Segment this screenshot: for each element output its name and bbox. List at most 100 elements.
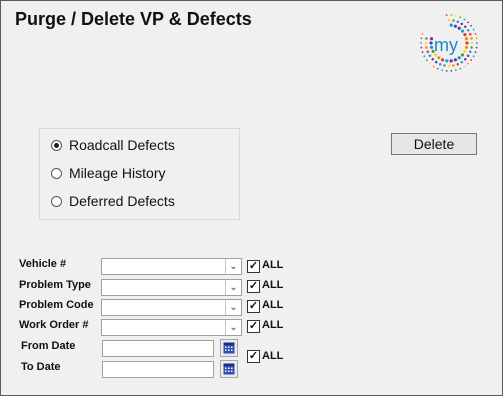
- radio-deferred-defects[interactable]: [51, 195, 62, 207]
- logo-dot: [447, 18, 451, 22]
- logo-dot: [426, 50, 429, 54]
- logo-dot: [437, 56, 441, 60]
- from-date-calendar-button[interactable]: [220, 339, 238, 357]
- logo-dot: [420, 42, 422, 44]
- logo-dot: [428, 54, 432, 58]
- radio-mileage-history[interactable]: [51, 167, 62, 179]
- purge-type-group: Roadcall Defects Mileage History Deferre…: [39, 128, 240, 220]
- chevron-down-icon[interactable]: ⌄: [225, 259, 241, 274]
- logo-dot: [453, 58, 457, 62]
- option-label: Mileage History: [69, 165, 166, 181]
- logo-dot: [452, 19, 455, 22]
- option-deferred-defects[interactable]: Deferred Defects: [51, 191, 175, 211]
- logo-dot: [465, 41, 469, 45]
- problem-code-all-checkbox[interactable]: ✓: [247, 300, 260, 313]
- logo-dot: [467, 21, 469, 24]
- logo-dot: [475, 46, 478, 49]
- logo-dot: [423, 55, 426, 58]
- logo-dot: [450, 14, 453, 16]
- logo-dot: [464, 37, 469, 41]
- logo-dot: [475, 37, 478, 40]
- logo-dot: [420, 37, 423, 40]
- problem-code-select[interactable]: ⌄: [101, 299, 242, 316]
- logo-dot: [454, 14, 457, 17]
- logo-dot: [450, 70, 453, 72]
- logo-dot: [466, 54, 470, 58]
- logo-text: my: [434, 35, 458, 55]
- to-date-input[interactable]: [102, 361, 214, 378]
- problem-type-select[interactable]: ⌄: [101, 279, 242, 296]
- logo-dot: [456, 63, 460, 66]
- logo-dot: [447, 64, 451, 68]
- work-order-select[interactable]: ⌄: [101, 319, 242, 336]
- to-date-calendar-button[interactable]: [220, 360, 238, 378]
- logo-dot: [460, 53, 465, 57]
- option-mileage-history[interactable]: Mileage History: [51, 163, 165, 183]
- radio-roadcall-defects[interactable]: [51, 139, 62, 151]
- logo-dot: [457, 26, 461, 30]
- logo-dot: [464, 25, 467, 28]
- from-date-label: From Date: [21, 340, 76, 352]
- logo-dot: [432, 65, 435, 68]
- vehicle-all-checkbox[interactable]: ✓: [247, 260, 260, 273]
- problem-type-all-checkbox[interactable]: ✓: [247, 280, 260, 293]
- logo-dot: [431, 58, 434, 61]
- logo-dot: [470, 41, 474, 45]
- logo-dot: [434, 60, 438, 64]
- logo-dot: [438, 63, 442, 66]
- logo-dot: [441, 58, 445, 62]
- logo-dot: [476, 42, 478, 44]
- logo-dot: [469, 50, 472, 54]
- logo-dot: [460, 29, 465, 33]
- to-date-label: To Date: [21, 361, 61, 373]
- logo-dot: [459, 67, 462, 70]
- logo-dot: [470, 37, 473, 40]
- logo-dot: [454, 69, 457, 72]
- page-title: Purge / Delete VP & Defects: [15, 9, 252, 29]
- work-order-all-checkbox[interactable]: ✓: [247, 320, 260, 333]
- logo-dot: [443, 64, 446, 67]
- logo-dot: [470, 46, 473, 49]
- logo-dot: [449, 23, 453, 27]
- vehicle-select[interactable]: ⌄: [101, 258, 242, 275]
- vehicle-all-label: ALL: [262, 259, 284, 271]
- work-order-label: Work Order #: [19, 319, 89, 331]
- delete-button[interactable]: Delete: [391, 133, 477, 155]
- logo-dot: [472, 28, 475, 31]
- date-all-label: ALL: [262, 350, 284, 362]
- chevron-down-icon[interactable]: ⌄: [225, 320, 241, 335]
- logo-dot: [453, 24, 457, 28]
- logo-dot: [464, 58, 467, 61]
- logo-dot: [470, 59, 472, 62]
- logo-dot: [460, 60, 464, 64]
- logo-dot: [463, 65, 466, 68]
- chevron-down-icon[interactable]: ⌄: [225, 280, 241, 295]
- logo-dot: [441, 69, 444, 72]
- my-logo: my: [420, 14, 478, 72]
- purge-delete-window: Purge / Delete VP & Defects my Roadcall …: [0, 0, 503, 396]
- logo-dot: [467, 62, 469, 65]
- vehicle-label: Vehicle #: [19, 258, 67, 270]
- logo-dot: [459, 16, 462, 19]
- option-label: Roadcall Defects: [69, 137, 175, 153]
- logo-dot: [426, 59, 428, 62]
- logo-dot: [466, 28, 470, 32]
- logo-dot: [457, 56, 461, 60]
- option-roadcall-defects[interactable]: Roadcall Defects: [51, 135, 175, 155]
- logo-dot: [424, 41, 428, 45]
- logo-dot: [429, 62, 431, 65]
- logo-dot: [445, 70, 448, 72]
- logo-dot: [464, 45, 469, 49]
- logo-dot: [449, 59, 453, 63]
- logo-dot: [456, 20, 460, 23]
- option-label: Deferred Defects: [69, 193, 175, 209]
- calendar-icon: [223, 363, 235, 375]
- logo-dot: [469, 32, 472, 36]
- date-all-checkbox[interactable]: ✓: [247, 350, 260, 363]
- from-date-input[interactable]: [102, 340, 214, 357]
- calendar-icon: [223, 342, 235, 354]
- problem-code-label: Problem Code: [19, 299, 94, 311]
- chevron-down-icon[interactable]: ⌄: [225, 300, 241, 315]
- logo-dot: [421, 33, 424, 35]
- logo-dot: [420, 46, 423, 49]
